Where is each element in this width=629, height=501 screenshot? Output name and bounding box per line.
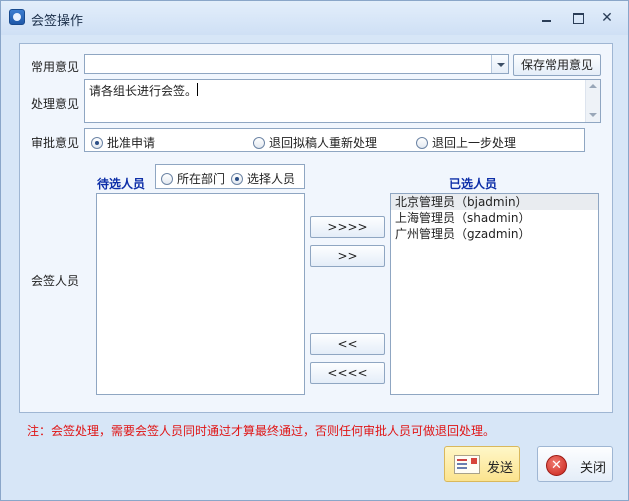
selected-heading: 已选人员 <box>449 177 498 191</box>
close-button[interactable]: ✕ 关闭 <box>537 446 613 482</box>
list-item[interactable]: 上海管理员（shadmin） <box>391 210 598 226</box>
countersign-people-label: 会签人员 <box>31 274 80 288</box>
envelope-icon <box>454 455 480 474</box>
close-circle-icon: ✕ <box>546 455 567 476</box>
app-icon <box>9 9 25 25</box>
scroll-up-icon[interactable] <box>586 80 600 94</box>
send-button-label: 发送 <box>487 461 514 476</box>
save-common-opinion-button[interactable]: 保存常用意见 <box>513 54 601 76</box>
approval-option-return-previous[interactable]: 退回上一步处理 <box>416 134 516 151</box>
candidates-list[interactable] <box>96 193 305 395</box>
source-radio-group: 所在部门 选择人员 <box>155 164 305 189</box>
approval-radio-group: 批准申请 退回拟稿人重新处理 退回上一步处理 <box>84 128 585 152</box>
approval-option-approve[interactable]: 批准申请 <box>91 134 155 151</box>
radio-icon[interactable] <box>161 172 173 185</box>
close-button-label: 关闭 <box>580 461 607 476</box>
close-icon[interactable]: ✕ <box>599 11 615 25</box>
chevron-down-icon[interactable] <box>491 55 508 73</box>
source-option-label: 所在部门 <box>177 172 226 186</box>
common-opinion-select[interactable] <box>84 54 509 74</box>
approval-label: 审批意见 <box>31 136 80 150</box>
list-item[interactable]: 广州管理员（gzadmin） <box>391 226 598 242</box>
approval-option-label: 批准申请 <box>107 136 156 150</box>
source-option-department[interactable]: 所在部门 <box>161 170 225 187</box>
textarea-scrollbar[interactable] <box>585 80 600 122</box>
source-option-label: 选择人员 <box>247 172 296 186</box>
add-all-button[interactable]: >>>> <box>310 216 385 238</box>
maximize-icon[interactable] <box>570 11 586 25</box>
list-item[interactable]: 北京管理员（bjadmin） <box>391 194 598 210</box>
radio-icon[interactable] <box>416 136 428 149</box>
remove-all-button[interactable]: <<<< <box>310 362 385 384</box>
remove-button[interactable]: << <box>310 333 385 355</box>
window-title: 会签操作 <box>31 14 84 29</box>
approval-option-return-drafter[interactable]: 退回拟稿人重新处理 <box>253 134 377 151</box>
source-option-select-people[interactable]: 选择人员 <box>231 170 295 187</box>
title-bar[interactable]: 会签操作 ✕ <box>1 1 628 35</box>
processing-opinion-text: 请各组长进行会签。 <box>89 84 198 98</box>
common-opinion-label: 常用意见 <box>31 60 80 74</box>
approval-option-label: 退回拟稿人重新处理 <box>269 136 378 150</box>
processing-opinion-label: 处理意见 <box>31 97 80 111</box>
approval-option-label: 退回上一步处理 <box>432 136 517 150</box>
processing-opinion-textarea[interactable]: 请各组长进行会签。 <box>84 79 601 123</box>
add-button[interactable]: >> <box>310 245 385 267</box>
radio-selected-icon[interactable] <box>91 136 103 149</box>
scroll-down-icon[interactable] <box>586 108 600 122</box>
selected-list[interactable]: 北京管理员（bjadmin） 上海管理员（shadmin） 广州管理员（gzad… <box>390 193 599 395</box>
text-caret <box>197 83 198 96</box>
send-button[interactable]: 发送 <box>444 446 520 482</box>
countersign-note: 注：会签处理，需要会签人员同时通过才算最终通过，否则任何审批人员可做退回处理。 <box>27 424 496 438</box>
radio-selected-icon[interactable] <box>231 172 243 185</box>
candidates-heading: 待选人员 <box>97 177 146 191</box>
minimize-icon[interactable] <box>539 11 555 25</box>
radio-icon[interactable] <box>253 136 265 149</box>
